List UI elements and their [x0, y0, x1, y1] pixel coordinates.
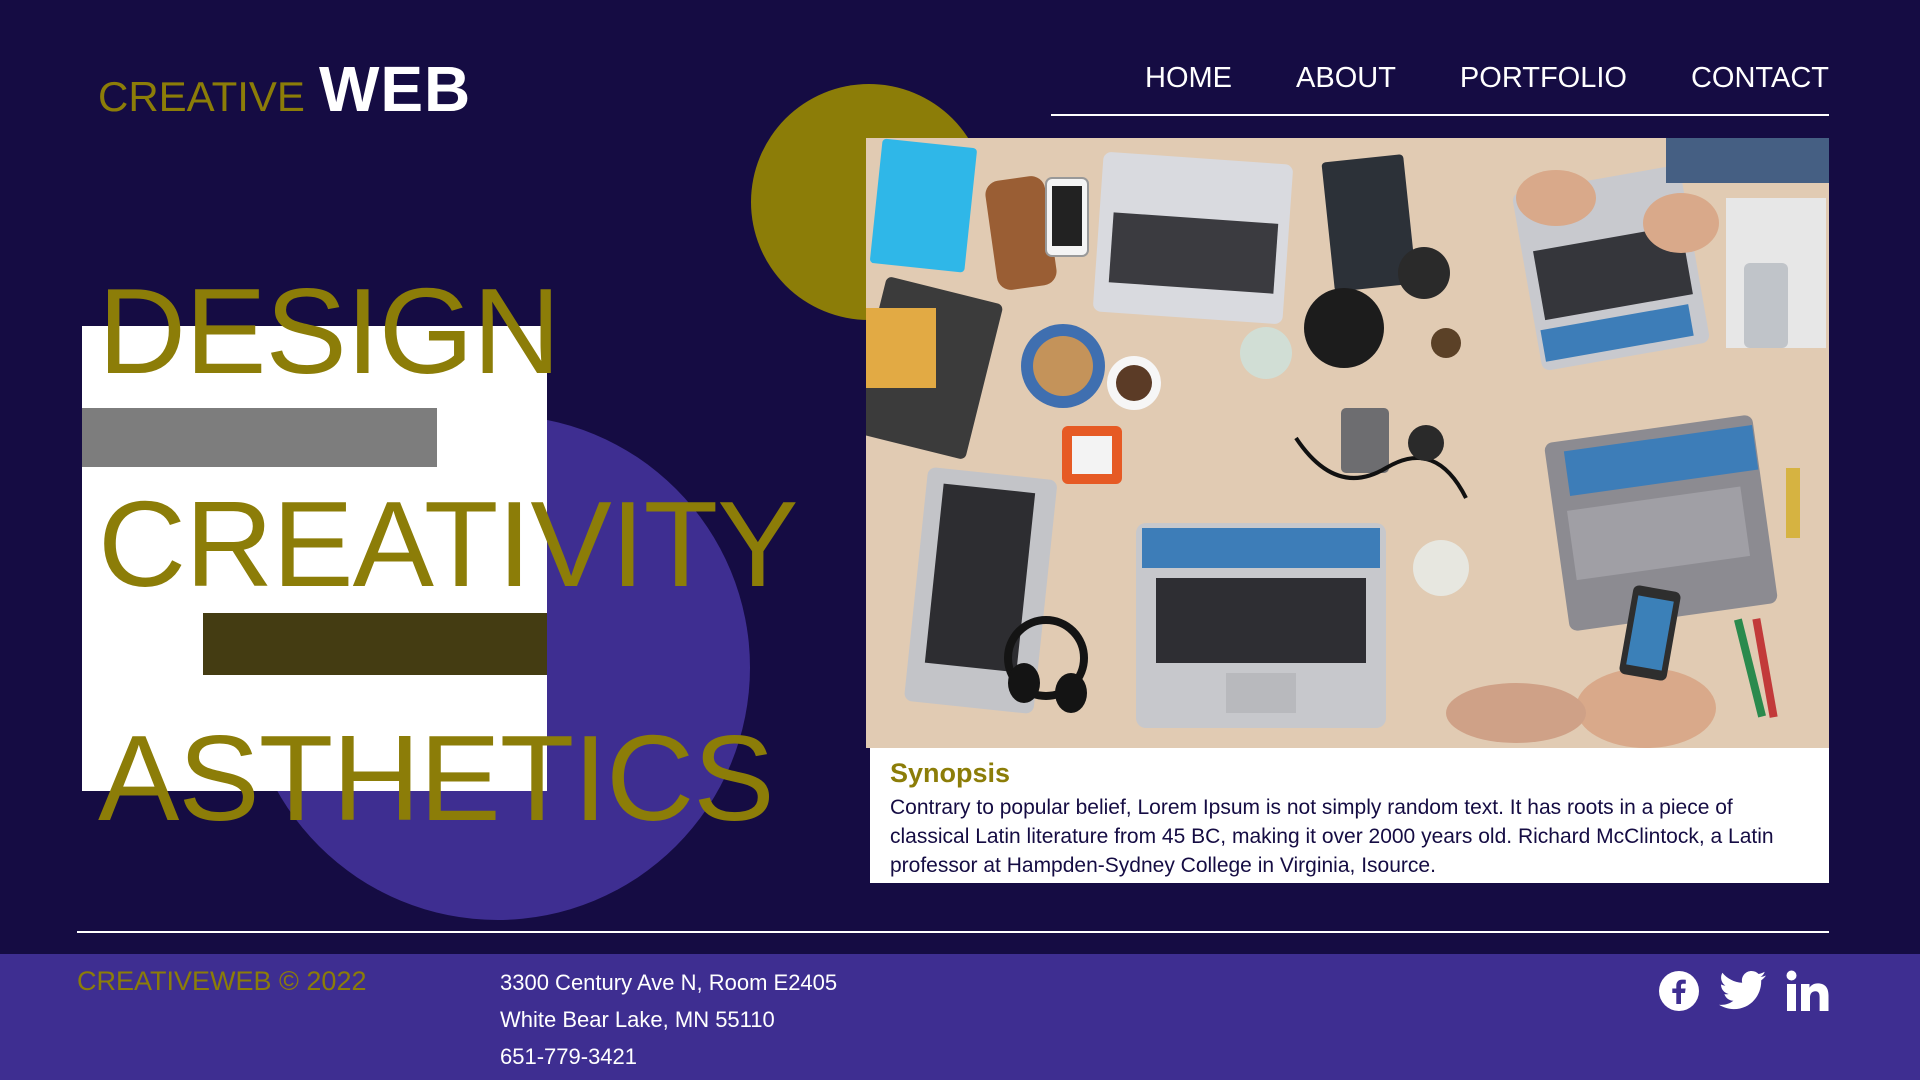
linkedin-icon[interactable]: [1786, 970, 1830, 1017]
nav-link-about[interactable]: ABOUT: [1296, 62, 1396, 95]
address-line-city: White Bear Lake, MN 55110: [500, 1007, 775, 1032]
footer-address: 3300 Century Ave N, Room E2405 White Bea…: [500, 964, 837, 1075]
footer-divider: [77, 931, 1829, 933]
hero-workspace-image: [866, 138, 1829, 748]
address-line-phone: 651-779-3421: [500, 1044, 638, 1069]
hero-word-creativity: CREATIVITY: [98, 476, 798, 612]
logo-bold-text: WEB: [318, 53, 472, 125]
olive-bar-decoration: [203, 613, 547, 675]
main-nav: HOME ABOUT PORTFOLIO CONTACT: [1145, 62, 1829, 95]
synopsis-card: Synopsis Contrary to popular belief, Lor…: [870, 748, 1829, 883]
nav-link-portfolio[interactable]: PORTFOLIO: [1460, 62, 1627, 95]
synopsis-title: Synopsis: [890, 758, 1011, 788]
nav-underline: [1051, 114, 1829, 116]
footer-copyright: CREATIVEWEB © 2022: [77, 966, 367, 996]
social-links: [1658, 970, 1830, 1017]
facebook-icon[interactable]: [1658, 970, 1700, 1017]
hero-word-design: DESIGN: [98, 263, 561, 399]
hero-word-asthetics: ASTHETICS: [98, 710, 775, 846]
logo-light-text: CREATIVE: [98, 73, 305, 120]
twitter-icon[interactable]: [1718, 970, 1768, 1017]
gray-bar-decoration: [82, 408, 437, 467]
synopsis-text: Contrary to popular belief, Lorem Ipsum …: [890, 796, 1774, 877]
footer: CREATIVEWEB © 2022 3300 Century Ave N, R…: [0, 954, 1920, 1080]
nav-link-home[interactable]: HOME: [1145, 62, 1232, 95]
nav-link-contact[interactable]: CONTACT: [1691, 62, 1829, 95]
logo[interactable]: CREATIVE WEB: [98, 52, 471, 126]
address-line-street: 3300 Century Ave N, Room E2405: [500, 970, 838, 995]
